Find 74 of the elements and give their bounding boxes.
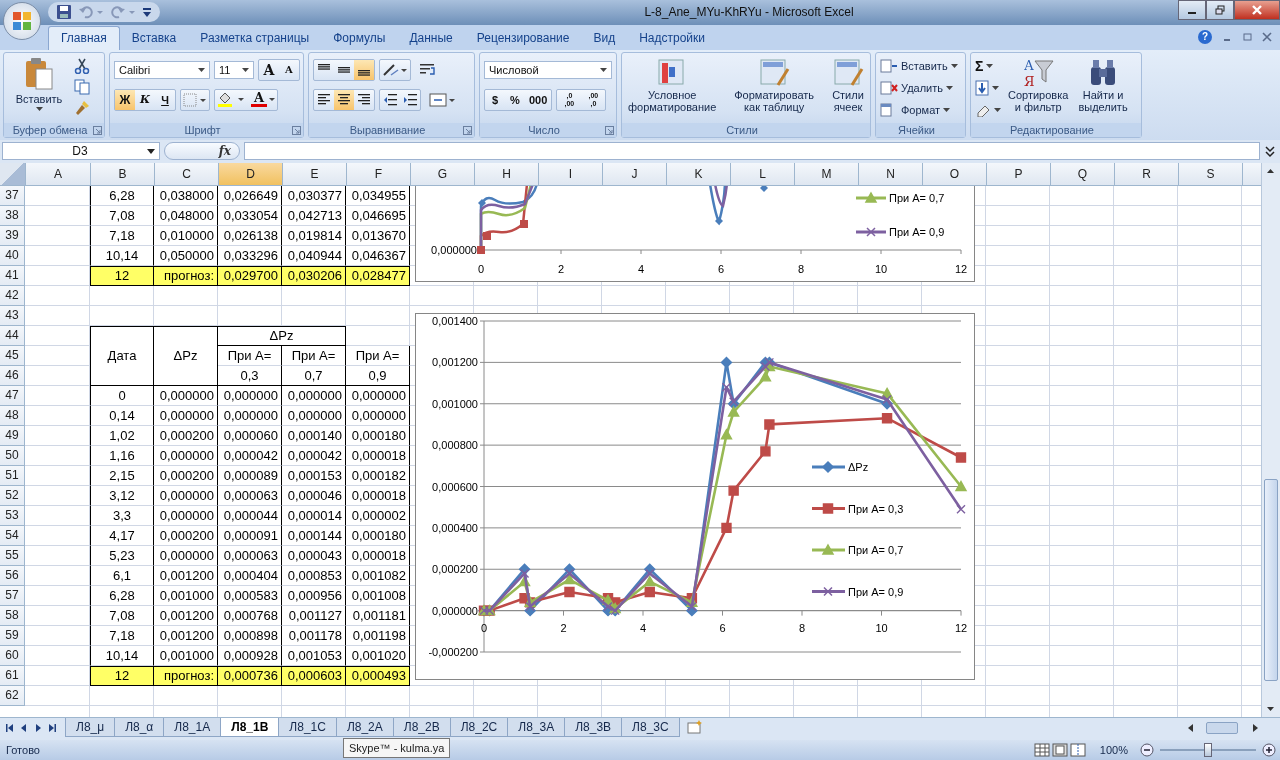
table-cell: 7,08 [90, 205, 154, 226]
group-label: Редактирование [1010, 123, 1094, 136]
axis-label: 0,000800 [432, 438, 478, 451]
axis-label: 0,000000 [431, 243, 477, 256]
table-cell: ΔPz [154, 325, 218, 386]
table-cell: 0,000736 [218, 665, 282, 686]
axis-label: 12 [954, 262, 968, 275]
table-cell: 3,3 [90, 505, 154, 526]
legend-label: При А= 0,7 [848, 543, 904, 556]
axis-label: 8 [798, 621, 806, 634]
table-cell: 7,18 [90, 225, 154, 246]
group-label: Буфер обмена [12, 123, 88, 136]
table-cell: 0,029700 [218, 265, 282, 286]
table-cell: 4,17 [90, 525, 154, 546]
legend-label: При А= 0,9 [848, 585, 904, 598]
axis-label: 0,000000 [432, 604, 478, 617]
axis-label: 12 [954, 621, 968, 634]
legend-label: ΔPz [848, 460, 869, 473]
table-cell: 10,14 [90, 245, 154, 266]
table-cell: 6,1 [90, 565, 154, 586]
status-text: Готово [6, 744, 40, 756]
table-cell: 0,9 [346, 365, 410, 386]
table-cell: 7,18 [90, 625, 154, 646]
table-cell: 3,12 [90, 485, 154, 506]
axis-label: 0,000200 [432, 563, 478, 576]
group-label: Ячейки [898, 123, 935, 136]
table-cell: 0,7 [282, 365, 346, 386]
axis-label: 0,001200 [432, 356, 478, 369]
table-cell: 0,030206 [282, 265, 346, 286]
group-label: Число [528, 123, 560, 136]
legend-label: При А= 0,3 [848, 502, 904, 515]
table-cell: 0,000493 [346, 665, 410, 686]
window-title: L-8_Ane_MYu-KhRYu - Microsoft Excel [643, 5, 855, 20]
table-cell: 1,16 [90, 445, 154, 466]
table-cell: 0 [90, 385, 154, 406]
table-cell: 0,028477 [346, 265, 410, 286]
table-cell: 2,15 [90, 465, 154, 486]
tooltip: Skype™ - kulma.ya [343, 738, 451, 759]
axis-label: 0 [480, 621, 488, 634]
axis-label: 2 [557, 262, 565, 275]
table-cell: прогноз: [154, 665, 218, 686]
legend-label: При А= 0,9 [889, 225, 945, 238]
axis-label: 2 [560, 621, 567, 634]
axis-label: 6 [717, 262, 725, 275]
table-cell: прогноз: [154, 265, 218, 286]
axis-label: 10 [874, 262, 888, 275]
table-cell: 7,08 [90, 605, 154, 626]
axis-label: 10 [875, 621, 888, 634]
table-cell: 6,28 [90, 585, 154, 606]
axis-label: 0,000400 [432, 521, 478, 534]
group-label: Стили [726, 123, 758, 136]
axis-label: -0,000200 [428, 645, 478, 658]
table-cell: ΔPz [218, 325, 346, 346]
table-cell: 0,14 [90, 405, 154, 426]
axis-label: 4 [637, 262, 645, 275]
group-label: Шрифт [184, 123, 221, 136]
axis-label: 0,000600 [432, 480, 478, 493]
axis-label: 0,001000 [432, 397, 478, 410]
legend-label: При А= 0,7 [889, 191, 945, 204]
table-cell: 0,3 [218, 365, 282, 386]
table-cell: 10,14 [90, 645, 154, 666]
group-label: Выравнивание [349, 123, 426, 136]
table-cell: 12 [90, 265, 154, 286]
table-cell: 6,28 [90, 185, 154, 206]
axis-label: 0 [477, 262, 485, 275]
table-cell: 1,02 [90, 425, 154, 446]
axis-label: 0,001400 [432, 314, 478, 327]
axis-label: 6 [719, 621, 726, 634]
table-cell: Дата [90, 325, 154, 386]
table-cell: 12 [90, 665, 154, 686]
table-cell: 0,000603 [282, 665, 346, 686]
axis-label: 8 [797, 262, 805, 275]
axis-label: 4 [639, 621, 647, 634]
table-cell: 5,23 [90, 545, 154, 566]
